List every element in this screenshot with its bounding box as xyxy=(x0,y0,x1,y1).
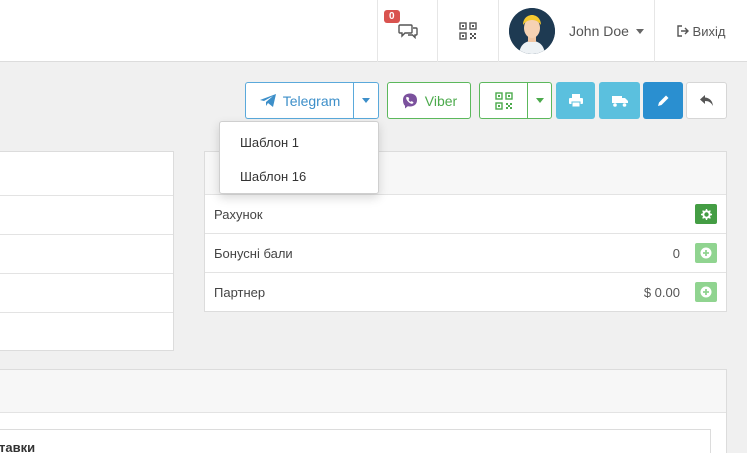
chevron-down-icon xyxy=(635,28,644,34)
plus-circle-icon xyxy=(700,286,712,298)
list-item xyxy=(0,195,173,234)
qr-icon xyxy=(494,91,513,110)
logout-button[interactable]: Вихід xyxy=(654,0,747,62)
bottom-panel: тавки xyxy=(0,369,727,453)
partner-row: Партнер $ 0.00 xyxy=(205,273,726,312)
telegram-icon xyxy=(259,94,276,107)
reply-icon xyxy=(700,95,713,106)
user-menu[interactable]: John Doe xyxy=(498,0,654,62)
sign-out-icon xyxy=(676,25,689,37)
account-row: Рахунок xyxy=(205,195,726,234)
list-item xyxy=(0,273,173,312)
viber-label: Viber xyxy=(424,92,458,109)
partner-value: $ 0.00 xyxy=(643,285,680,300)
bonus-points-row: Бонусні бали 0 xyxy=(205,234,726,273)
edit-button[interactable] xyxy=(643,82,683,119)
list-item xyxy=(0,312,173,351)
panel-header xyxy=(0,370,726,413)
bonus-points-label: Бонусні бали xyxy=(214,246,293,261)
user-name: John Doe xyxy=(569,23,629,39)
user-avatar xyxy=(509,8,555,54)
qr-code-button[interactable] xyxy=(479,82,527,119)
account-label: Рахунок xyxy=(214,207,263,222)
top-header: 0 John Doe Вихід xyxy=(0,0,747,62)
add-partner-button[interactable] xyxy=(695,282,717,302)
pencil-icon xyxy=(657,95,668,106)
gear-icon xyxy=(700,208,712,220)
left-panel xyxy=(0,151,174,351)
notification-badge: 0 xyxy=(384,10,400,23)
delivery-section: тавки xyxy=(0,429,711,453)
delivery-button[interactable] xyxy=(599,82,640,119)
qr-icon xyxy=(459,22,477,40)
partner-label: Партнер xyxy=(214,285,266,300)
menu-item-template-1[interactable]: Шаблон 1 xyxy=(220,127,378,157)
telegram-dropdown-toggle[interactable] xyxy=(353,82,379,119)
qr-header-button[interactable] xyxy=(437,0,498,62)
chat-icon xyxy=(397,24,418,39)
plus-circle-icon xyxy=(700,247,712,259)
list-item xyxy=(0,234,173,273)
back-button[interactable] xyxy=(686,82,727,119)
logout-label: Вихід xyxy=(692,23,726,39)
chevron-down-icon xyxy=(535,98,544,103)
menu-item-template-16[interactable]: Шаблон 16 xyxy=(220,161,378,191)
print-icon xyxy=(568,94,583,107)
telegram-button[interactable]: Telegram xyxy=(245,82,353,119)
viber-icon xyxy=(402,93,417,108)
section-title: тавки xyxy=(0,440,36,453)
bonus-points-value: 0 xyxy=(672,246,680,261)
telegram-label: Telegram xyxy=(282,92,341,109)
chevron-down-icon xyxy=(362,98,370,103)
telegram-template-menu: Шаблон 1 Шаблон 16 xyxy=(219,121,379,194)
qr-dropdown-toggle[interactable] xyxy=(527,82,552,119)
viber-button[interactable]: Viber xyxy=(387,82,471,119)
truck-icon xyxy=(611,95,628,107)
add-bonus-button[interactable] xyxy=(695,243,717,263)
account-settings-button[interactable] xyxy=(695,204,717,224)
print-button[interactable] xyxy=(556,82,595,119)
